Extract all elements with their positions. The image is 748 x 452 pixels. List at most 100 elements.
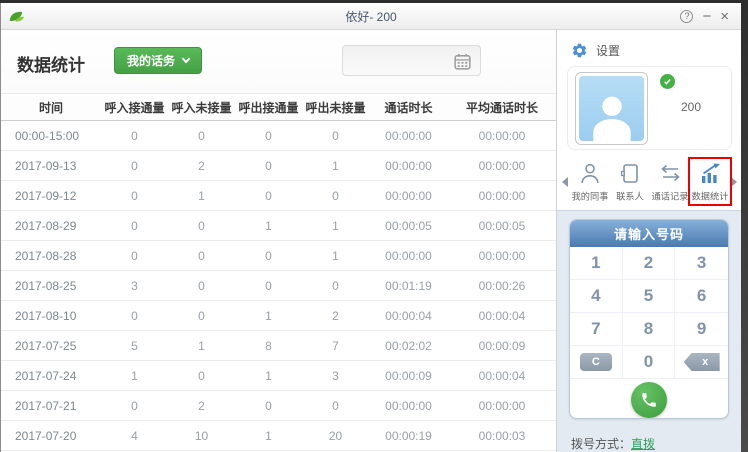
chevron-down-icon <box>182 55 190 63</box>
time-cell: 2017-09-13 <box>1 151 101 181</box>
toolbar-item-call-log[interactable]: 通话记录 <box>650 161 690 203</box>
dialpad-key-5[interactable]: 5 <box>623 280 676 313</box>
statistics-header: 数据统计 我的话务 <box>1 30 556 93</box>
value-cell: 7 <box>302 331 369 361</box>
value-cell: 00:00:05 <box>369 211 448 241</box>
dial-mode-label: 拨号方式： <box>571 437 631 451</box>
value-cell: 00:00:04 <box>448 361 556 391</box>
table-row: 2017-07-21020000:00:0000:00:00 <box>1 391 556 421</box>
value-cell: 0 <box>168 271 235 301</box>
value-cell: 00:00:05 <box>448 211 556 241</box>
value-cell: 1 <box>101 361 168 391</box>
my-traffic-dropdown-label: 我的话务 <box>127 52 175 69</box>
person-silhouette-icon <box>585 87 639 141</box>
settings-label: 设置 <box>596 42 620 59</box>
dialpad-key-6[interactable]: 6 <box>675 280 728 313</box>
value-cell: 0 <box>168 241 235 271</box>
time-cell: 2017-07-20 <box>1 421 101 451</box>
dialpad: 请输入号码 123 456 789 C0x <box>569 219 729 419</box>
column-header: 时间 <box>1 94 101 121</box>
dialpad-backspace-key[interactable]: x <box>675 346 728 379</box>
column-header: 通话时长 <box>369 94 448 121</box>
value-cell: 0 <box>168 301 235 331</box>
value-cell: 1 <box>168 181 235 211</box>
value-cell: 00:00:00 <box>369 151 448 181</box>
column-header: 呼出接通量 <box>235 94 302 121</box>
value-cell: 0 <box>235 271 302 301</box>
dial-mode-link[interactable]: 直拨 <box>631 437 655 451</box>
value-cell: 00:00:04 <box>448 301 556 331</box>
time-cell: 2017-07-25 <box>1 331 101 361</box>
value-cell: 00:00:09 <box>369 361 448 391</box>
call-button[interactable] <box>631 382 667 418</box>
toolbar-item-label: 通话记录 <box>652 189 689 203</box>
calendar-icon <box>452 51 473 72</box>
dialpad-key-3[interactable]: 3 <box>675 247 728 280</box>
toolbar-item-label: 联系人 <box>616 189 644 203</box>
value-cell: 8 <box>235 331 302 361</box>
value-cell: 0 <box>101 391 168 421</box>
dialpad-key-7[interactable]: 7 <box>570 313 623 346</box>
dialpad-key-9[interactable]: 9 <box>675 313 728 346</box>
value-cell: 0 <box>101 121 168 151</box>
app-logo-leaf-icon <box>8 9 25 24</box>
close-button[interactable]: × <box>720 10 729 23</box>
value-cell: 1 <box>235 421 302 451</box>
settings-row[interactable]: 设置 <box>557 38 741 62</box>
dialpad-number-display[interactable]: 请输入号码 <box>570 220 728 247</box>
toolbar-item-label: 我的同事 <box>572 189 609 203</box>
dialpad-clear-key[interactable]: C <box>570 346 623 379</box>
dialpad-key-0[interactable]: 0 <box>623 346 676 379</box>
value-cell: 00:00:00 <box>448 181 556 211</box>
dial-mode-row: 拨号方式：直拨 <box>571 435 655 452</box>
value-cell: 2 <box>168 391 235 421</box>
toolbar-item-label: 数据统计 <box>692 189 729 203</box>
value-cell: 00:00:00 <box>448 151 556 181</box>
toolbar-item-colleagues[interactable]: 我的同事 <box>570 161 610 203</box>
value-cell: 00:00:00 <box>369 391 448 421</box>
value-cell: 00:02:02 <box>369 331 448 361</box>
dialer-section: 请输入号码 123 456 789 C0x 拨号方式：直拨 <box>557 210 741 452</box>
value-cell: 0 <box>302 121 369 151</box>
phone-icon <box>640 391 658 409</box>
value-cell: 0 <box>101 211 168 241</box>
dialpad-key-4[interactable]: 4 <box>570 280 623 313</box>
value-cell: 00:00:03 <box>448 421 556 451</box>
clear-icon: C <box>580 353 612 371</box>
table-row: 00:00-15:00000000:00:0000:00:00 <box>1 121 556 151</box>
my-traffic-dropdown-button[interactable]: 我的话务 <box>114 47 202 74</box>
minimize-button[interactable]: − <box>702 10 711 23</box>
app-window: 依好- 200 ? − × 数据统计 我的话务 <box>0 3 741 452</box>
value-cell: 0 <box>302 271 369 301</box>
toolbar-item-statistics[interactable]: 数据统计 <box>690 161 730 203</box>
column-header: 呼入未接量 <box>168 94 235 121</box>
page-title: 数据统计 <box>17 51 85 76</box>
gear-icon <box>571 42 588 59</box>
value-cell: 0 <box>168 121 235 151</box>
toolbar-item-contacts[interactable]: 联系人 <box>610 161 650 203</box>
value-cell: 00:00:26 <box>448 271 556 301</box>
call-log-icon <box>659 161 682 185</box>
help-button[interactable]: ? <box>680 10 693 23</box>
stats-table: 时间呼入接通量呼入未接量呼出接通量呼出未接量通话时长平均通话时长 00:00-1… <box>1 93 556 451</box>
toolbar-next-arrow[interactable] <box>731 177 737 187</box>
dialpad-key-1[interactable]: 1 <box>570 247 623 280</box>
value-cell: 0 <box>168 361 235 391</box>
table-header-row: 时间呼入接通量呼入未接量呼出接通量呼出未接量通话时长平均通话时长 <box>1 94 556 121</box>
value-cell: 00:00:00 <box>369 241 448 271</box>
value-cell: 1 <box>235 361 302 391</box>
time-cell: 2017-08-29 <box>1 211 101 241</box>
value-cell: 2 <box>168 151 235 181</box>
value-cell: 10 <box>168 421 235 451</box>
toolbar-prev-arrow[interactable] <box>562 177 568 187</box>
colleagues-icon <box>579 161 601 185</box>
dialpad-key-8[interactable]: 8 <box>623 313 676 346</box>
avatar <box>575 72 648 145</box>
value-cell: 0 <box>101 151 168 181</box>
value-cell: 00:00:09 <box>448 331 556 361</box>
dialpad-key-2[interactable]: 2 <box>623 247 676 280</box>
value-cell: 0 <box>235 151 302 181</box>
desktop-right-edge <box>741 0 748 452</box>
date-range-input[interactable] <box>342 45 481 76</box>
column-header: 呼出未接量 <box>302 94 369 121</box>
